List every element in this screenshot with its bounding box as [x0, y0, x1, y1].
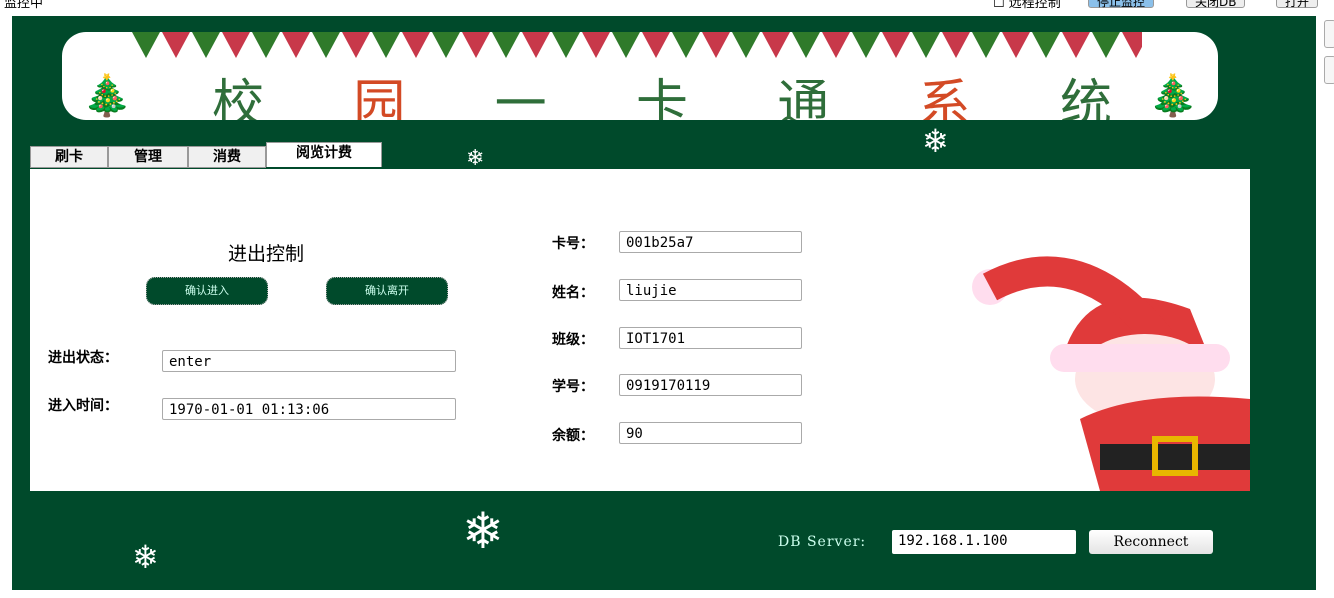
reconnect-button[interactable]: Reconnect	[1089, 530, 1213, 554]
name-field[interactable]: liujie	[619, 279, 802, 301]
title-char: 卡	[635, 75, 688, 120]
title-char: 园	[353, 75, 406, 120]
christmas-tree-icon: 🎄	[82, 73, 132, 119]
bunting-flag	[912, 32, 940, 58]
time-label: 进入时间：	[48, 398, 118, 414]
bunting-flag	[582, 32, 610, 58]
bunting-flag	[132, 32, 160, 58]
confirm-leave-button[interactable]: 确认离开	[326, 277, 448, 305]
db-server-label: DB Server:	[778, 534, 867, 550]
tab-bar: 刷卡 管理 消费 阅览计费	[30, 142, 382, 168]
student-id-label: 学号：	[552, 379, 594, 395]
banner-title: 校园一卡通系统	[212, 62, 1112, 120]
title-char: 统	[1059, 75, 1112, 120]
snowflake-icon: ❄	[132, 538, 159, 576]
bunting-flag	[672, 32, 700, 58]
access-heading: 进出控制	[228, 243, 305, 265]
bunting-flag	[792, 32, 820, 58]
bunting-flag	[762, 32, 790, 58]
db-server-field[interactable]: 192.168.1.100	[892, 530, 1076, 554]
snowflake-icon: ❄	[466, 146, 485, 171]
bunting-flag	[702, 32, 730, 58]
open-button[interactable]: 打开	[1276, 0, 1319, 9]
title-char: 一	[494, 75, 547, 120]
tab-swipe[interactable]: 刷卡	[30, 146, 108, 168]
bunting-flag	[1062, 32, 1090, 58]
confirm-enter-button[interactable]: 确认进入	[146, 277, 268, 305]
status-label: 进出状态：	[48, 350, 118, 366]
remote-control-checkbox[interactable]: ☐ 远程控制	[993, 0, 1061, 11]
monitor-status: 监控中	[4, 0, 44, 11]
bunting-flag	[252, 32, 280, 58]
bunting-flag	[492, 32, 520, 58]
snowflake-icon: ❄	[922, 122, 949, 160]
stop-monitor-button[interactable]: 停止监控	[1088, 0, 1155, 9]
class-label: 班级：	[552, 332, 594, 348]
bunting-flag	[1122, 32, 1142, 58]
banner: 校 园 一 卡 通 系 统 🎄 🎄	[62, 32, 1218, 120]
santa-illustration	[972, 256, 1250, 491]
bunting-flag	[192, 32, 220, 58]
bunting-flag	[1092, 32, 1120, 58]
side-tool-button-2[interactable]	[1324, 56, 1334, 84]
card-no-field[interactable]: 001b25a7	[619, 231, 802, 253]
student-id-field[interactable]: 0919170119	[619, 374, 802, 396]
balance-field[interactable]: 90	[619, 422, 802, 444]
bunting-flag	[1032, 32, 1060, 58]
title-char: 系	[918, 75, 971, 120]
tab-consume[interactable]: 消费	[188, 146, 266, 168]
bunting-flag	[972, 32, 1000, 58]
bunting-flag	[732, 32, 760, 58]
tab-manage[interactable]: 管理	[108, 146, 188, 168]
bunting-flag	[222, 32, 250, 58]
bunting-flag	[462, 32, 490, 58]
title-char: 校	[212, 75, 265, 120]
bunting-flag	[522, 32, 550, 58]
card-no-label: 卡号：	[552, 236, 594, 252]
bunting-flag	[432, 32, 460, 58]
top-toolbar: 监控中 ☐ 远程控制 停止监控 关闭DB 打开	[0, 0, 1334, 11]
tab-reading-billing[interactable]: 阅览计费	[266, 142, 382, 167]
time-field[interactable]: 1970-01-01 01:13:06	[162, 398, 456, 420]
bunting-flag	[612, 32, 640, 58]
bunting-flag	[372, 32, 400, 58]
app-window: 校 园 一 卡 通 系 统 🎄 🎄 ❄ ❄ 刷卡 管理 消费 阅览计费 进出控制 确认进入 …	[12, 16, 1316, 590]
status-field[interactable]: enter	[162, 350, 456, 372]
bunting-flag	[312, 32, 340, 58]
snowflake-icon: ❄	[462, 502, 504, 560]
balance-label: 余额：	[552, 428, 594, 444]
title-char: 通	[777, 75, 830, 120]
name-label: 姓名：	[552, 285, 594, 301]
bunting-flag	[942, 32, 970, 58]
bunting-flag	[162, 32, 190, 58]
class-field[interactable]: IOT1701	[619, 327, 802, 349]
bunting-flag	[852, 32, 880, 58]
remote-label: 远程控制	[1008, 0, 1061, 11]
bunting-flag	[552, 32, 580, 58]
bunting-flag	[1002, 32, 1030, 58]
tab-panel: 进出控制 确认进入 确认离开 进出状态： enter 进入时间： 1970-01…	[30, 169, 1250, 491]
bunting-flag	[822, 32, 850, 58]
christmas-tree-icon: 🎄	[1148, 73, 1198, 119]
side-tool-button[interactable]	[1324, 20, 1334, 48]
bunting-flags	[132, 32, 1142, 58]
bunting-flag	[642, 32, 670, 58]
bunting-flag	[882, 32, 910, 58]
bunting-flag	[402, 32, 430, 58]
bunting-flag	[282, 32, 310, 58]
bunting-flag	[342, 32, 370, 58]
close-db-button[interactable]: 关闭DB	[1186, 0, 1246, 9]
